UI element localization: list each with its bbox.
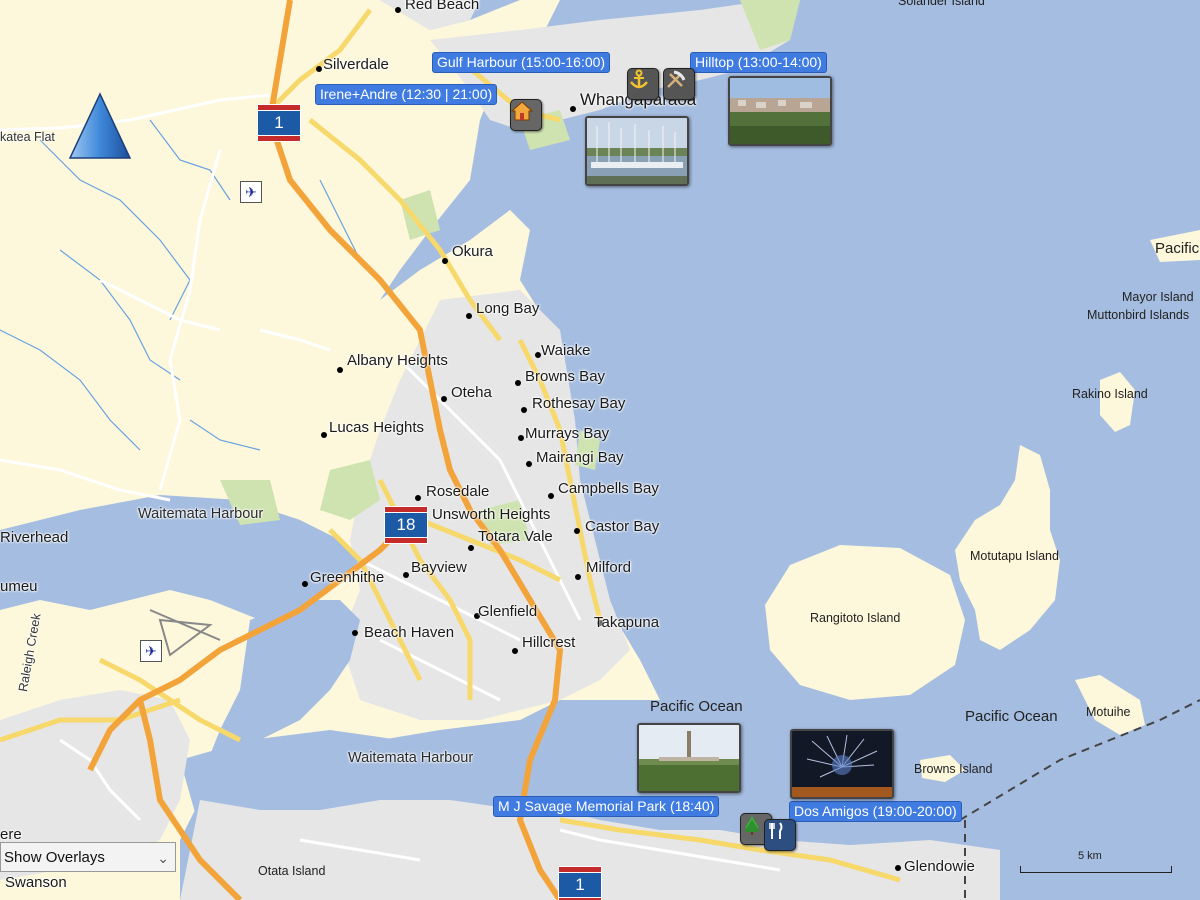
town-dot — [466, 313, 472, 319]
town-dot — [468, 545, 474, 551]
town-dot — [415, 495, 421, 501]
pickaxe-icon[interactable] — [663, 68, 695, 100]
town-dot — [548, 493, 554, 499]
town-dot — [352, 630, 358, 636]
town-label: Browns Bay — [525, 368, 606, 385]
town-dot — [403, 572, 409, 578]
scale-bar: 5 km — [1020, 850, 1172, 874]
poi-label-irene-andre[interactable]: Irene+Andre (12:30 | 21:00) — [315, 84, 498, 105]
scale-line — [1020, 866, 1172, 873]
town-label: Riverhead — [0, 529, 69, 546]
town-label: Oteha — [451, 384, 492, 401]
town-dot — [521, 407, 527, 413]
town-dot — [337, 367, 343, 373]
town-label: umeu — [0, 578, 38, 595]
water-label: Pacific Ocean — [965, 708, 1058, 725]
water-label: Pacific — [1155, 240, 1200, 257]
town-label: Long Bay — [476, 300, 540, 317]
restaurant-icon[interactable] — [764, 819, 796, 851]
highway-shield: 18 — [384, 506, 428, 544]
island-label: Rakino Island — [1072, 387, 1148, 401]
island-label: Solander Island — [898, 0, 985, 8]
show-overlays-dropdown[interactable]: Show Overlays ⌄ — [0, 842, 176, 872]
town-label: Rosedale — [426, 483, 490, 500]
town-label: Silverdale — [323, 56, 389, 73]
town-dot — [895, 865, 901, 871]
town-dot — [575, 574, 581, 580]
town-dot — [442, 258, 448, 264]
town-label: Swanson — [5, 874, 67, 891]
town-label: Castor Bay — [585, 518, 660, 535]
town-label: Campbells Bay — [558, 480, 659, 497]
town-label: katea Flat — [0, 130, 55, 144]
town-dot — [316, 66, 322, 72]
poi-label-hilltop[interactable]: Hilltop (13:00-14:00) — [690, 52, 827, 73]
home-icon[interactable] — [510, 99, 542, 131]
town-label: Totara Vale — [478, 528, 553, 545]
town-dot — [321, 432, 327, 438]
show-overlays-label: Show Overlays — [4, 849, 105, 866]
town-label: Red Beach — [405, 0, 480, 13]
island-label: Mayor Island — [1122, 290, 1194, 304]
highway-shield: 1 — [257, 104, 301, 142]
town-dot — [441, 396, 447, 402]
water-label: Waitemata Harbour — [138, 506, 264, 522]
photo-thumbnail-dos-amigos[interactable] — [790, 729, 894, 799]
town-dot — [395, 7, 401, 13]
town-dot — [302, 581, 308, 587]
town-label: Beach Haven — [364, 624, 455, 641]
town-label: Albany Heights — [347, 352, 448, 369]
highway-shield: 1 — [558, 866, 602, 900]
town-dot — [570, 106, 576, 112]
town-dot — [512, 648, 518, 654]
navigation-arrow-icon — [68, 92, 132, 159]
town-label: Waiake — [541, 342, 591, 359]
town-label: Glendowie — [904, 858, 975, 875]
town-label: Rothesay Bay — [532, 395, 626, 412]
island-label: Otata Island — [258, 864, 326, 878]
island-label: Muttonbird Islands — [1087, 308, 1190, 322]
poi-label-gulf-harbour[interactable]: Gulf Harbour (15:00-16:00) — [432, 52, 611, 73]
town-label: Bayview — [411, 559, 467, 576]
island-label: Browns Island — [914, 762, 993, 776]
town-label: Okura — [452, 243, 493, 260]
chevron-down-icon: ⌄ — [157, 850, 169, 866]
town-dot — [526, 461, 532, 467]
town-label: Milford — [586, 559, 632, 576]
island-label: Motutapu Island — [970, 549, 1059, 563]
photo-thumbnail-mj-savage[interactable] — [637, 723, 741, 793]
town-label: Takapuna — [594, 614, 660, 631]
town-dot — [518, 435, 524, 441]
town-label: Greenhithe — [310, 569, 385, 586]
anchor-icon[interactable] — [627, 68, 659, 100]
poi-label-dos-amigos[interactable]: Dos Amigos (19:00-20:00) — [789, 801, 962, 822]
airport-icon[interactable]: ✈ — [140, 640, 162, 662]
poi-label-mj-savage[interactable]: M J Savage Memorial Park (18:40) — [493, 796, 720, 817]
photo-thumbnail-hilltop[interactable] — [728, 76, 832, 146]
town-dot — [515, 380, 521, 386]
town-label: Murrays Bay — [525, 425, 610, 442]
island-label: Rangitoto Island — [810, 611, 901, 625]
town-label: Mairangi Bay — [536, 449, 624, 466]
water-label: Waitemata Harbour — [348, 750, 474, 766]
town-label: Unsworth Heights — [432, 506, 551, 523]
water-label: Pacific Ocean — [650, 698, 743, 715]
scale-label: 5 km — [1078, 850, 1102, 862]
town-dot — [574, 528, 580, 534]
island-label: Motuihe — [1086, 705, 1131, 719]
town-label: Hillcrest — [522, 634, 576, 651]
airport-icon[interactable]: ✈ — [240, 181, 262, 203]
town-label: Lucas Heights — [329, 419, 425, 436]
town-label: Glenfield — [478, 603, 538, 620]
map-view[interactable]: Red Beach Silverdale katea Flat Whangapa… — [0, 0, 1200, 900]
photo-thumbnail-gulf-harbour[interactable] — [585, 116, 689, 186]
